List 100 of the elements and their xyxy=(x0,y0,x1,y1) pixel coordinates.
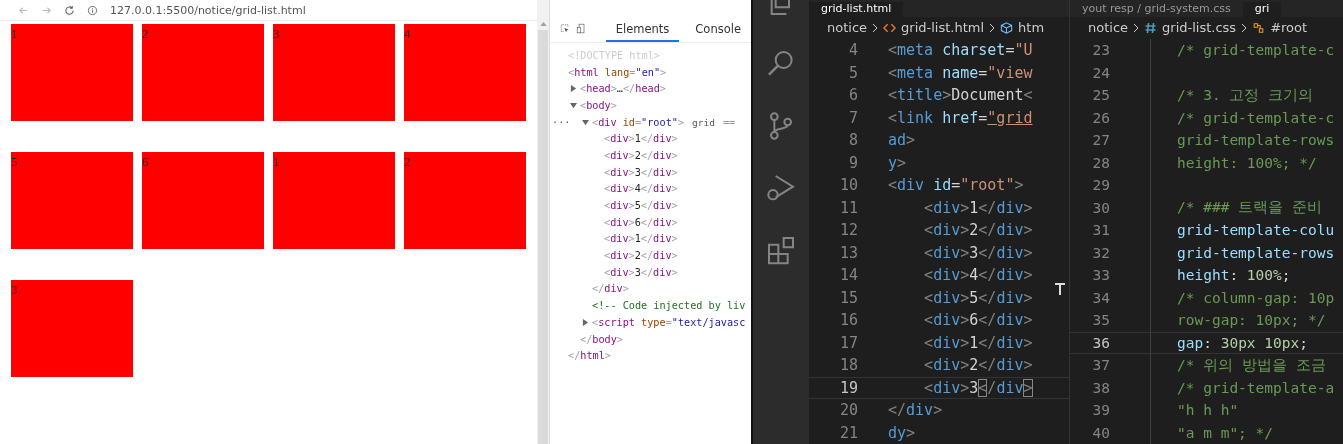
grid-item: 5 xyxy=(11,152,133,249)
line-number: 39 xyxy=(1091,402,1110,419)
line-number: 16 xyxy=(838,311,858,330)
breadcrumb-item[interactable]: htm xyxy=(1018,20,1045,36)
breadcrumb-item[interactable]: grid-list.css xyxy=(1162,20,1237,36)
dom-node[interactable]: </div> xyxy=(592,283,629,295)
code-line: <div>6</div> xyxy=(923,311,1033,330)
code-line: <div>2</div> xyxy=(923,221,1033,240)
line-number: 15 xyxy=(838,288,858,307)
dom-node[interactable]: <div>1</div> xyxy=(604,233,678,245)
dom-node[interactable]: <head>…</head> xyxy=(580,83,666,95)
dom-node[interactable]: <div>6</div> xyxy=(604,216,678,228)
expand-toggle-icon[interactable] xyxy=(570,85,577,93)
line-number: 24 xyxy=(1091,64,1110,81)
line-number: 30 xyxy=(1091,199,1110,216)
breadcrumb-item[interactable]: grid-list.html xyxy=(901,20,985,36)
chevron-icon xyxy=(1133,22,1140,33)
extensions-icon[interactable] xyxy=(765,234,797,266)
line-number: 8 xyxy=(847,131,858,150)
expand-toggle-icon[interactable] xyxy=(582,318,589,326)
line-number: 4 xyxy=(847,41,858,60)
code-line: gap: 30px 10px; xyxy=(1177,334,1308,351)
expand-toggle-icon[interactable] xyxy=(582,118,589,126)
chevron-icon xyxy=(1241,22,1248,33)
code-line: </div> xyxy=(888,401,943,420)
device-icon[interactable] xyxy=(575,21,586,36)
code-line: /* 위의 방법을 조금 xyxy=(1177,355,1326,375)
line-number: 36 xyxy=(1091,334,1110,351)
dom-node[interactable]: <script type="text/javasc xyxy=(592,316,746,328)
scroll-up-icon[interactable] xyxy=(539,22,547,26)
breadcrumb-item[interactable]: #root xyxy=(1270,20,1308,36)
line-number: 21 xyxy=(838,423,858,442)
editor-tab[interactable]: yout resp / grid-system.css xyxy=(1070,1,1243,17)
refresh-icon[interactable] xyxy=(64,4,75,16)
dom-node[interactable]: <body> xyxy=(580,99,617,111)
chevron-icon xyxy=(872,22,879,33)
code-line: height: 100%; */ xyxy=(1177,154,1317,171)
code-line: <div>5</div> xyxy=(923,288,1033,307)
line-number: 25 xyxy=(1091,87,1110,104)
code-brackets-icon xyxy=(883,21,897,34)
line-number: 11 xyxy=(838,198,858,217)
code-line: row-gap: 10px; */ xyxy=(1177,312,1326,329)
line-number: 13 xyxy=(838,243,858,262)
code-line: ad> xyxy=(888,131,916,150)
dom-node[interactable]: </body> xyxy=(580,333,623,345)
code-line: /* column-gap: 10p xyxy=(1177,289,1335,306)
code-line: grid-template-colu xyxy=(1177,222,1335,239)
dom-node[interactable]: <div>5</div> xyxy=(604,200,678,212)
grid-item: 2 xyxy=(404,152,526,249)
devtools-tab[interactable]: Console xyxy=(685,15,751,42)
code-line: height: 100%; xyxy=(1177,267,1291,284)
line-number: 17 xyxy=(838,333,858,352)
line-number: 19 xyxy=(838,378,858,397)
devtools-tab[interactable]: Elements xyxy=(605,15,680,42)
grid-item: 3 xyxy=(11,280,133,377)
line-number: 23 xyxy=(1091,42,1110,59)
line-number: 40 xyxy=(1091,424,1110,441)
grid-item: 6 xyxy=(142,152,264,249)
dom-node[interactable]: <div>1</div> xyxy=(604,133,678,145)
scroll-thumb[interactable] xyxy=(538,30,548,444)
line-number: 29 xyxy=(1091,177,1110,194)
text-cursor-icon xyxy=(1055,283,1065,295)
breadcrumb-item[interactable]: notice xyxy=(827,20,868,36)
dom-node[interactable]: <div>3</div> xyxy=(604,166,678,178)
breadcrumb-item[interactable]: notice xyxy=(1088,20,1129,36)
editor-tab[interactable]: grid-list.html xyxy=(809,1,904,17)
code-line: "h h h" xyxy=(1177,402,1239,419)
code-line: <div>2</div> xyxy=(923,356,1033,375)
grid-item: 2 xyxy=(142,24,264,121)
line-number: 10 xyxy=(838,176,858,195)
hash-icon xyxy=(1144,21,1158,34)
line-number: 28 xyxy=(1091,154,1110,171)
dom-node[interactable]: <div>4</div> xyxy=(604,183,678,195)
node-marker: == xyxy=(722,116,736,128)
line-number: 34 xyxy=(1091,289,1110,306)
dom-node[interactable]: <div id="root"> xyxy=(592,116,685,128)
line-number: 5 xyxy=(847,63,858,82)
code-line: <meta charset="U xyxy=(888,41,1033,60)
expand-toggle-icon[interactable] xyxy=(570,101,577,109)
code-line: /* grid-template-c xyxy=(1177,42,1335,59)
dom-node[interactable]: <html lang="en"> xyxy=(568,66,667,78)
code-line: <link href="grid xyxy=(888,108,1033,127)
info-icon[interactable] xyxy=(87,4,98,16)
line-number: 35 xyxy=(1091,312,1110,329)
code-line: "a m m"; */ xyxy=(1177,424,1274,441)
grid-item: 1 xyxy=(273,152,395,249)
more-dots[interactable]: ··· xyxy=(552,116,571,128)
editor-tab[interactable]: gri xyxy=(1242,1,1282,17)
line-number: 37 xyxy=(1091,357,1110,374)
line-number: 12 xyxy=(838,221,858,240)
grid-badge[interactable]: grid xyxy=(692,116,715,128)
code-line: /* 3. 고정 크기의 xyxy=(1177,85,1314,105)
dom-node[interactable]: </html> xyxy=(568,350,611,362)
line-number: 9 xyxy=(847,153,858,172)
dom-node[interactable]: <div>2</div> xyxy=(604,250,678,262)
dom-node[interactable]: <!-- Code injected by liv xyxy=(592,300,746,312)
address-field[interactable]: 127.0.0.1:5500/notice/grid-list.html xyxy=(110,3,306,17)
scrollbar[interactable] xyxy=(537,0,549,444)
dom-node[interactable]: <div>3</div> xyxy=(604,266,678,278)
dom-node[interactable]: <div>2</div> xyxy=(604,149,678,161)
